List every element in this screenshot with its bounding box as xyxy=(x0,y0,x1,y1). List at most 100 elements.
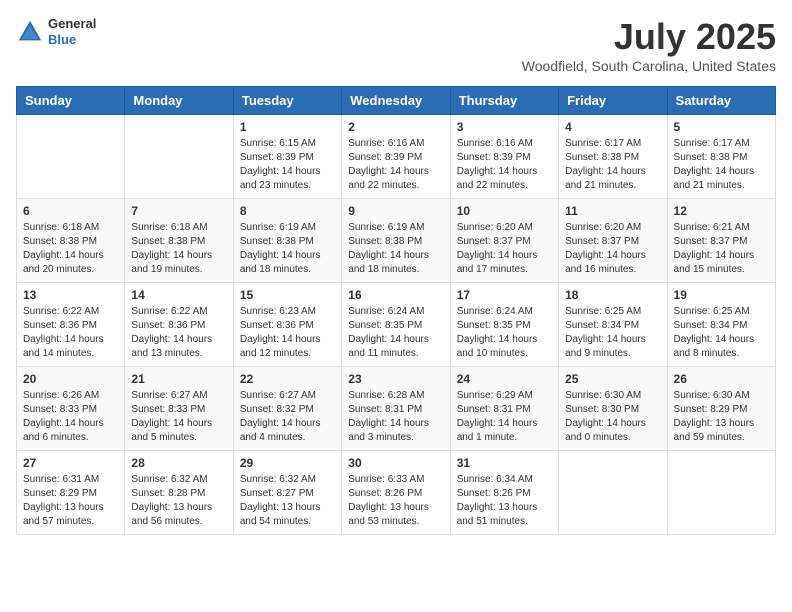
calendar-table: Sunday Monday Tuesday Wednesday Thursday… xyxy=(16,86,776,535)
day-number: 22 xyxy=(240,372,335,386)
calendar-cell: 17Sunrise: 6:24 AM Sunset: 8:35 PM Dayli… xyxy=(450,283,558,367)
day-number: 16 xyxy=(348,288,443,302)
calendar-cell: 24 Sunrise: 6:29 AM Sunset: 8:31 PM Dayli… xyxy=(450,367,558,451)
day-info: Sunrise: 6:21 AM Sunset: 8:37 PM Dayligh… xyxy=(674,221,769,277)
calendar-cell: 22 Sunrise: 6:27 AM Sunset: 8:32 PM Dayli… xyxy=(233,367,341,451)
logo: General Blue xyxy=(16,16,96,47)
calendar-cell: 5 Sunrise: 6:17 AM Sunset: 8:38 PM Daylig… xyxy=(667,115,775,199)
day-number: 1 xyxy=(240,120,335,134)
day-number: 19 xyxy=(674,288,769,302)
day-number: 27 xyxy=(23,456,118,470)
calendar-cell: 26 Sunrise: 6:30 AM Sunset: 8:29 PM Dayli… xyxy=(667,367,775,451)
day-info: Sunrise: 6:33 AM Sunset: 8:26 PM Dayligh… xyxy=(348,473,443,529)
day-info: Sunrise: 6:20 AM Sunset: 8:37 PM Dayligh… xyxy=(457,221,552,277)
day-info: Sunrise: 6:24 AM Sunset: 8:35 PM Dayligh… xyxy=(348,305,443,361)
calendar-cell: 1 Sunrise: 6:15 AM Sunset: 8:39 PM Daylig… xyxy=(233,115,341,199)
day-info: Sunrise: 6:17 AM Sunset: 8:38 PM Dayligh… xyxy=(565,137,660,193)
day-number: 10 xyxy=(457,204,552,218)
calendar-cell: 6Sunrise: 6:18 AM Sunset: 8:38 PM Daylig… xyxy=(17,199,125,283)
day-number: 8 xyxy=(240,204,335,218)
logo-blue-text: Blue xyxy=(48,32,96,48)
calendar-cell: 12 Sunrise: 6:21 AM Sunset: 8:37 PM Dayli… xyxy=(667,199,775,283)
col-saturday: Saturday xyxy=(667,87,775,115)
day-info: Sunrise: 6:22 AM Sunset: 8:36 PM Dayligh… xyxy=(23,305,118,361)
day-number: 6 xyxy=(23,204,118,218)
calendar-cell xyxy=(559,451,667,535)
calendar-cell: 7Sunrise: 6:18 AM Sunset: 8:38 PM Daylig… xyxy=(125,199,233,283)
day-number: 2 xyxy=(348,120,443,134)
calendar-cell: 28 Sunrise: 6:32 AM Sunset: 8:28 PM Dayli… xyxy=(125,451,233,535)
calendar-week-5: 27 Sunrise: 6:31 AM Sunset: 8:29 PM Dayli… xyxy=(17,451,776,535)
calendar-cell: 21 Sunrise: 6:27 AM Sunset: 8:33 PM Dayli… xyxy=(125,367,233,451)
calendar-cell xyxy=(17,115,125,199)
day-info: Sunrise: 6:27 AM Sunset: 8:32 PM Dayligh… xyxy=(240,389,335,445)
day-number: 7 xyxy=(131,204,226,218)
day-info: Sunrise: 6:19 AM Sunset: 8:38 PM Dayligh… xyxy=(240,221,335,277)
calendar-week-1: 1 Sunrise: 6:15 AM Sunset: 8:39 PM Daylig… xyxy=(17,115,776,199)
calendar-cell: 18Sunrise: 6:25 AM Sunset: 8:34 PM Dayli… xyxy=(559,283,667,367)
day-number: 15 xyxy=(240,288,335,302)
calendar-body: 1 Sunrise: 6:15 AM Sunset: 8:39 PM Daylig… xyxy=(17,115,776,535)
day-number: 3 xyxy=(457,120,552,134)
day-number: 12 xyxy=(674,204,769,218)
calendar-cell: 10 Sunrise: 6:20 AM Sunset: 8:37 PM Dayli… xyxy=(450,199,558,283)
day-number: 28 xyxy=(131,456,226,470)
logo-general-text: General xyxy=(48,16,96,32)
day-info: Sunrise: 6:30 AM Sunset: 8:29 PM Dayligh… xyxy=(674,389,769,445)
calendar-cell: 29Sunrise: 6:32 AM Sunset: 8:27 PM Dayli… xyxy=(233,451,341,535)
day-info: Sunrise: 6:23 AM Sunset: 8:36 PM Dayligh… xyxy=(240,305,335,361)
col-sunday: Sunday xyxy=(17,87,125,115)
calendar-cell: 2Sunrise: 6:16 AM Sunset: 8:39 PM Daylig… xyxy=(342,115,450,199)
col-tuesday: Tuesday xyxy=(233,87,341,115)
day-number: 5 xyxy=(674,120,769,134)
day-number: 9 xyxy=(348,204,443,218)
day-info: Sunrise: 6:19 AM Sunset: 8:38 PM Dayligh… xyxy=(348,221,443,277)
title-block: July 2025 Woodfield, South Carolina, Uni… xyxy=(522,16,776,74)
page-header: General Blue July 2025 Woodfield, South … xyxy=(16,16,776,74)
calendar-cell: 4 Sunrise: 6:17 AM Sunset: 8:38 PM Daylig… xyxy=(559,115,667,199)
day-number: 25 xyxy=(565,372,660,386)
calendar-cell: 31 Sunrise: 6:34 AM Sunset: 8:26 PM Dayli… xyxy=(450,451,558,535)
day-info: Sunrise: 6:32 AM Sunset: 8:28 PM Dayligh… xyxy=(131,473,226,529)
day-number: 20 xyxy=(23,372,118,386)
day-info: Sunrise: 6:25 AM Sunset: 8:34 PM Dayligh… xyxy=(674,305,769,361)
calendar-cell: 11Sunrise: 6:20 AM Sunset: 8:37 PM Dayli… xyxy=(559,199,667,283)
day-number: 14 xyxy=(131,288,226,302)
day-info: Sunrise: 6:34 AM Sunset: 8:26 PM Dayligh… xyxy=(457,473,552,529)
day-info: Sunrise: 6:28 AM Sunset: 8:31 PM Dayligh… xyxy=(348,389,443,445)
day-info: Sunrise: 6:26 AM Sunset: 8:33 PM Dayligh… xyxy=(23,389,118,445)
day-info: Sunrise: 6:15 AM Sunset: 8:39 PM Dayligh… xyxy=(240,137,335,193)
calendar-cell xyxy=(125,115,233,199)
calendar-cell: 27 Sunrise: 6:31 AM Sunset: 8:29 PM Dayli… xyxy=(17,451,125,535)
day-number: 30 xyxy=(348,456,443,470)
day-info: Sunrise: 6:32 AM Sunset: 8:27 PM Dayligh… xyxy=(240,473,335,529)
day-info: Sunrise: 6:29 AM Sunset: 8:31 PM Dayligh… xyxy=(457,389,552,445)
day-info: Sunrise: 6:16 AM Sunset: 8:39 PM Dayligh… xyxy=(457,137,552,193)
month-title: July 2025 xyxy=(522,16,776,58)
calendar-cell: 9 Sunrise: 6:19 AM Sunset: 8:38 PM Daylig… xyxy=(342,199,450,283)
day-number: 18 xyxy=(565,288,660,302)
day-number: 31 xyxy=(457,456,552,470)
day-info: Sunrise: 6:17 AM Sunset: 8:38 PM Dayligh… xyxy=(674,137,769,193)
calendar-cell: 13Sunrise: 6:22 AM Sunset: 8:36 PM Dayli… xyxy=(17,283,125,367)
col-wednesday: Wednesday xyxy=(342,87,450,115)
day-number: 24 xyxy=(457,372,552,386)
calendar-week-2: 6Sunrise: 6:18 AM Sunset: 8:38 PM Daylig… xyxy=(17,199,776,283)
day-number: 4 xyxy=(565,120,660,134)
calendar-cell: 3 Sunrise: 6:16 AM Sunset: 8:39 PM Daylig… xyxy=(450,115,558,199)
day-info: Sunrise: 6:31 AM Sunset: 8:29 PM Dayligh… xyxy=(23,473,118,529)
calendar-week-3: 13Sunrise: 6:22 AM Sunset: 8:36 PM Dayli… xyxy=(17,283,776,367)
calendar-cell: 20 Sunrise: 6:26 AM Sunset: 8:33 PM Dayli… xyxy=(17,367,125,451)
calendar-cell: 15 Sunrise: 6:23 AM Sunset: 8:36 PM Dayli… xyxy=(233,283,341,367)
logo-text: General Blue xyxy=(48,16,96,47)
calendar-cell: 30 Sunrise: 6:33 AM Sunset: 8:26 PM Dayli… xyxy=(342,451,450,535)
day-number: 17 xyxy=(457,288,552,302)
day-number: 21 xyxy=(131,372,226,386)
calendar-week-4: 20 Sunrise: 6:26 AM Sunset: 8:33 PM Dayli… xyxy=(17,367,776,451)
calendar-header: Sunday Monday Tuesday Wednesday Thursday… xyxy=(17,87,776,115)
day-number: 26 xyxy=(674,372,769,386)
location-subtitle: Woodfield, South Carolina, United States xyxy=(522,58,776,74)
calendar-cell: 14Sunrise: 6:22 AM Sunset: 8:36 PM Dayli… xyxy=(125,283,233,367)
day-number: 23 xyxy=(348,372,443,386)
day-info: Sunrise: 6:27 AM Sunset: 8:33 PM Dayligh… xyxy=(131,389,226,445)
